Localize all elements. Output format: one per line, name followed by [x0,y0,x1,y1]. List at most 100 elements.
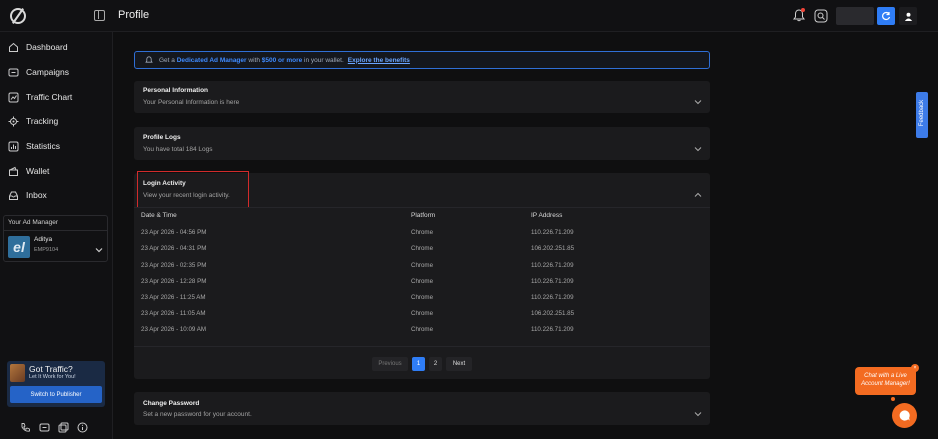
sidebar-item-traffic-chart[interactable]: Traffic Chart [8,89,72,105]
chevron-down-icon[interactable] [694,140,702,152]
cell-date: 23 Apr 2026 - 04:31 PM [141,245,207,252]
banner-prefix: Get a [159,56,175,64]
column-header-date: Date & Time [141,212,177,219]
pagination-page-1[interactable]: 1 [412,357,425,371]
section-subtitle: Your Personal Information is here [143,99,240,106]
chevron-down-icon[interactable] [95,241,103,253]
sidebar-item-inbox[interactable]: Inbox [8,187,47,203]
profile-logs-section[interactable]: Profile Logs You have total 184 Logs [134,127,710,160]
cell-platform: Chrome [411,278,434,285]
chat-line-1: Chat with a Live [864,373,907,380]
section-subtitle: You have total 184 Logs [143,146,213,153]
search-icon[interactable] [814,9,828,23]
page-title: Profile [118,9,150,21]
chat-icon [899,410,910,421]
sidebar-item-label: Dashboard [26,42,68,52]
sidebar-item-campaigns[interactable]: Campaigns [8,64,69,80]
cell-ip: 110.226.71.209 [531,294,574,301]
change-password-section[interactable]: Change Password Set a new password for y… [134,392,710,425]
chat-button[interactable] [892,403,917,428]
ad-manager-title: Your Ad Manager [8,219,58,226]
column-header-ip: IP Address [531,212,563,219]
feedback-tab[interactable]: Feedback [916,92,928,138]
cell-date: 23 Apr 2026 - 10:09 AM [141,326,207,333]
ad-manager-banner: Get a Dedicated Ad Manager with $500 or … [134,51,710,69]
cell-platform: Chrome [411,294,434,301]
chat-prompt-bubble[interactable]: Chat with a Live Account Manager! [855,367,916,395]
user-balance-block[interactable] [836,7,874,25]
user-avatar-button[interactable] [899,7,917,25]
pagination-next-button[interactable]: Next [446,357,472,371]
promo-subtitle: Let It Work for You! [29,374,76,380]
copy-icon[interactable] [58,420,69,433]
personal-information-section[interactable]: Personal Information Your Personal Infor… [134,81,710,113]
section-title: Personal Information [143,87,209,94]
chat-indicator-dot [891,397,895,401]
sidebar-item-tracking[interactable]: Tracking [8,113,58,129]
ad-manager-name: Aditya [34,236,53,243]
divider [4,230,107,231]
banner-amount: $500 or more [261,56,303,64]
section-title: Change Password [143,400,200,407]
wallet-icon [8,166,19,177]
campaign-icon [8,67,19,78]
promo-title: Got Traffic? [29,364,73,374]
sidebar: Dashboard Campaigns Traffic Chart Tracki… [0,32,113,439]
divider [134,207,710,208]
ad-manager-avatar: el [8,236,30,258]
refresh-icon [882,11,891,21]
cell-ip: 110.226.71.209 [531,278,574,285]
pagination-previous-button[interactable]: Previous [372,357,408,371]
publisher-promo: Got Traffic? Let It Work for You! Switch… [7,361,105,407]
cell-platform: Chrome [411,262,434,269]
statistics-icon [8,141,19,152]
sidebar-item-label: Campaigns [26,67,69,77]
sidebar-item-label: Inbox [26,190,47,200]
banner-highlight: Dedicated Ad Manager [176,56,247,64]
sidebar-item-wallet[interactable]: Wallet [8,163,49,179]
ad-manager-code: EMP9104 [34,247,59,253]
user-icon [904,12,912,21]
cell-date: 23 Apr 2026 - 11:05 AM [141,310,206,317]
cell-date: 23 Apr 2026 - 04:56 PM [141,229,207,236]
column-header-platform: Platform [411,212,436,219]
info-icon[interactable] [77,420,88,433]
feedback-label: Feedback [919,99,925,127]
cell-ip: 106.202.251.85 [531,310,575,317]
cell-platform: Chrome [411,245,434,252]
sidebar-item-statistics[interactable]: Statistics [8,138,60,154]
sidebar-item-label: Wallet [26,166,50,176]
chat-line-2: Account Manager! [861,381,910,387]
chevron-down-icon[interactable] [694,405,702,417]
chart-icon [8,92,19,103]
pagination-page-2[interactable]: 2 [429,357,442,371]
ad-manager-card[interactable]: Your Ad Manager el Aditya EMP9104 [3,215,108,262]
refresh-button[interactable] [877,7,895,25]
divider [134,346,710,347]
mail-icon[interactable] [39,420,50,432]
explore-benefits-link[interactable]: Explore the benefits [348,57,410,64]
chevron-down-icon[interactable] [694,93,702,105]
cell-platform: Chrome [411,326,434,333]
inbox-icon [8,190,19,201]
bell-icon [145,56,153,63]
logo-icon[interactable] [10,8,26,24]
sidebar-item-dashboard[interactable]: Dashboard [8,39,68,55]
promo-image [10,364,25,382]
sidebar-item-label: Statistics [26,141,61,151]
cell-ip: 110.226.71.209 [531,262,574,269]
cell-date: 23 Apr 2026 - 12:28 PM [141,278,207,285]
cell-platform: Chrome [411,310,434,317]
close-icon[interactable]: × [911,364,919,372]
cell-ip: 110.226.71.209 [531,229,574,236]
banner-suffix: in your wallet. [304,56,344,64]
phone-icon[interactable] [20,420,31,432]
login-activity-highlight [137,171,249,208]
cell-platform: Chrome [411,229,434,236]
sidebar-toggle-icon[interactable] [94,10,105,21]
tracking-icon [8,116,19,127]
cell-date: 23 Apr 2026 - 02:35 PM [141,262,207,269]
chevron-up-icon[interactable] [694,186,702,197]
switch-to-publisher-button[interactable]: Switch to Publisher [10,386,102,403]
banner-middle: with [248,56,260,64]
